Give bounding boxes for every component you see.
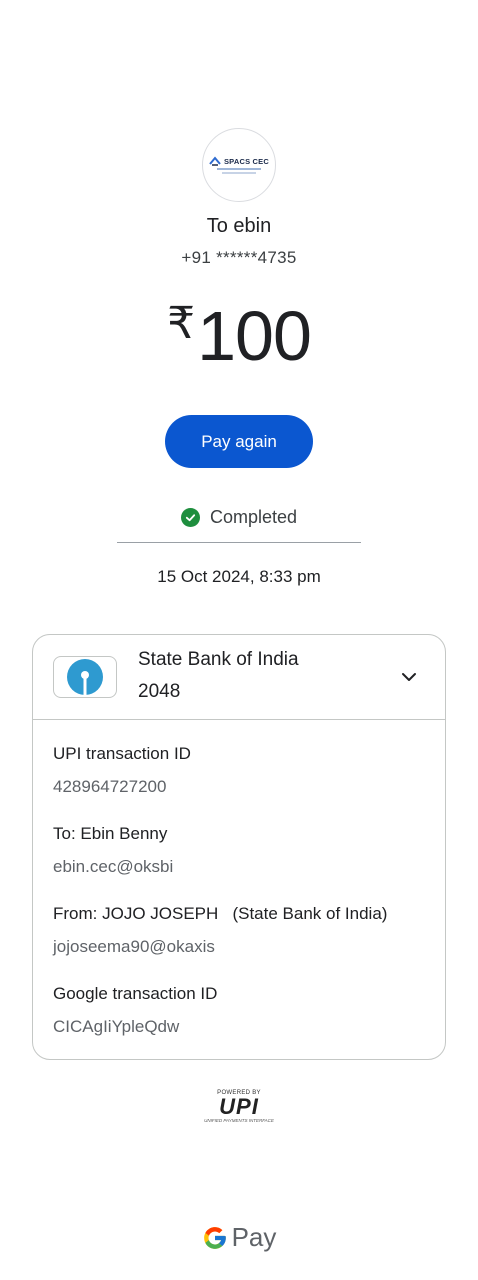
transaction-datetime: 15 Oct 2024, 8:33 pm	[157, 567, 321, 586]
bank-logo	[53, 656, 117, 698]
google-transaction-id-label: Google transaction ID	[53, 984, 218, 1003]
to-upi-id: ebin.cec@oksbi	[53, 857, 174, 876]
chevron-down-icon[interactable]	[399, 667, 419, 687]
gpay-text: Pay	[231, 1222, 277, 1252]
google-transaction-id-value: CICAgIiYpleQdw	[53, 1017, 180, 1036]
payee-title: To ebin	[206, 215, 272, 237]
spacs-logo: SPACS CEC	[209, 156, 269, 166]
amount-value: 100	[197, 297, 312, 375]
upi-logo: POWERED BY UPI UNIFIED PAYMENTS INTERFAC…	[204, 1090, 274, 1128]
payee-avatar: SPACS CEC	[202, 128, 276, 202]
spacs-logo-text: SPACS CEC	[223, 156, 269, 166]
check-circle-icon	[180, 508, 200, 527]
gpay-logo: Pay	[0, 1222, 478, 1253]
bank-account-row[interactable]: State Bank of India 2048	[33, 635, 445, 720]
sbi-logo-icon	[67, 659, 103, 695]
logo-line	[217, 168, 261, 171]
from-label: From: JOJO JOSEPH (State Bank of India)	[53, 904, 388, 923]
transaction-details-card: State Bank of India 2048 UPI transaction…	[32, 634, 446, 1060]
bank-name: State Bank of India	[138, 649, 299, 670]
to-label: To: Ebin Benny	[53, 824, 168, 843]
divider	[117, 542, 361, 543]
upi-transaction-id-value: 428964727200	[53, 777, 167, 796]
upi-transaction-id-label: UPI transaction ID	[53, 744, 191, 763]
pay-again-button[interactable]: Pay again	[165, 415, 313, 468]
payee-phone: +91 ******4735	[181, 248, 297, 267]
payment-amount: ₹100	[0, 296, 478, 376]
upi-wordmark: UPI	[219, 1094, 259, 1119]
upi-tagline: UNIFIED PAYMENTS INTERFACE	[204, 1118, 274, 1123]
status-row: Completed	[0, 507, 478, 528]
google-g-icon	[203, 1226, 226, 1249]
logo-line	[222, 172, 256, 174]
from-upi-id: jojoseema90@okaxis	[53, 937, 215, 956]
spacs-logo-icon	[209, 156, 221, 166]
bank-account-number: 2048	[138, 681, 181, 702]
status-label: Completed	[209, 507, 298, 527]
currency-symbol: ₹	[167, 298, 196, 349]
